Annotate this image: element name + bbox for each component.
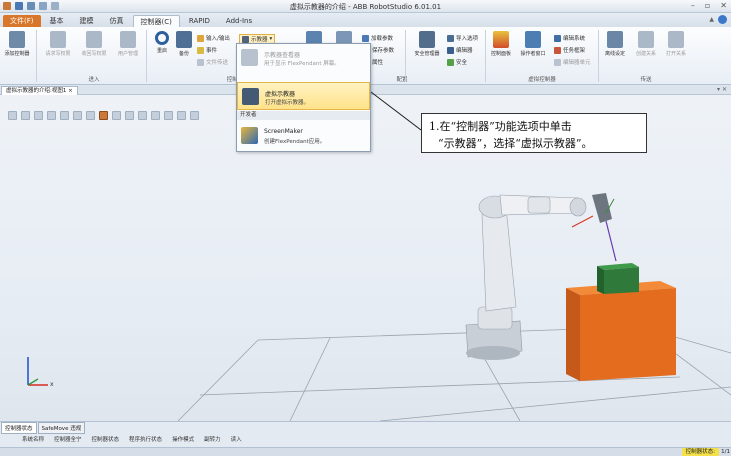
- safety-icon: [447, 58, 454, 66]
- column-header[interactable]: 系统名称: [22, 435, 44, 443]
- task-frame-icon: [554, 46, 561, 54]
- io-icon: [197, 34, 204, 42]
- axis-indicator: [27, 357, 48, 386]
- mech-unit-button[interactable]: 编辑器单元: [554, 58, 591, 66]
- save-params-button[interactable]: 保存参数: [372, 46, 394, 54]
- controller-status-panel: 控制器状态 SafeMove 违规 系统名称 控制器全宁 控制器状态 程序执行状…: [0, 421, 731, 456]
- column-header[interactable]: 副转力: [204, 435, 221, 443]
- safety-manager-button[interactable]: 安全管理器: [410, 31, 444, 57]
- menu-section-developer: 开发者: [237, 111, 370, 120]
- operator-window-icon: [525, 31, 541, 48]
- operator-window-button[interactable]: 操作者窗口: [517, 31, 549, 57]
- load-params-button[interactable]: 加载参数: [362, 34, 393, 42]
- edit-system-icon: [554, 34, 561, 42]
- events-icon: [197, 46, 204, 54]
- teach-pendant-menu: 示教器查看器 用于显示 FlexPendant 屏幕。 虚拟示教器 打开虚拟示教…: [236, 43, 371, 152]
- open-relation-button[interactable]: 打开关系: [662, 31, 690, 57]
- document-tab-view1[interactable]: 虚拟示教器的介绍:视图1 ×: [1, 86, 78, 95]
- column-header[interactable]: 操作模式: [172, 435, 194, 443]
- window-title: 虚拟示教器的介绍 - ABB RobotStudio 6.01.01: [289, 3, 442, 11]
- task-frame-button[interactable]: 任务框架: [554, 46, 585, 54]
- window-controls: – ▫ ✕: [691, 1, 727, 10]
- x-axis-label: x: [50, 381, 54, 388]
- create-relation-icon: [638, 31, 654, 48]
- control-panel-icon: [493, 31, 509, 48]
- callout-line-1: 1.在“控制器”功能选项中单击: [429, 120, 572, 133]
- pendant-viewer-icon: [241, 49, 258, 66]
- column-header[interactable]: 读入: [231, 435, 242, 443]
- tab-modeling[interactable]: 建模: [73, 15, 101, 27]
- title-bar: 虚拟示教器的介绍 - ABB RobotStudio 6.01.01 – ▫ ✕: [0, 0, 731, 13]
- maximize-icon[interactable]: ▫: [705, 1, 710, 10]
- status-bar: 控制器状态: 1/1: [0, 447, 731, 456]
- page-indicator: 1/1: [721, 449, 730, 455]
- controller-icon: [9, 31, 25, 48]
- edit-system-button[interactable]: 编辑系统: [554, 34, 585, 42]
- release-write-button[interactable]: 收回写权限: [80, 31, 108, 57]
- request-write-button[interactable]: 请求写权限: [44, 31, 72, 57]
- column-header[interactable]: 控制器状态: [92, 435, 120, 443]
- menu-item-screenmaker[interactable]: ScreenMaker 创建FlexPendant应用。: [237, 122, 370, 150]
- ribbon-tabs: 文件(F) 基本 建模 仿真 控制器(C) RAPID Add-Ins ▲: [0, 13, 731, 27]
- group-label-virtual: 虚拟控制器: [528, 77, 556, 83]
- chevron-down-icon: ▾: [269, 36, 273, 42]
- tab-home[interactable]: 基本: [43, 15, 71, 27]
- tab-rapid[interactable]: RAPID: [182, 15, 217, 27]
- offline-icon: [607, 31, 623, 48]
- green-box[interactable]: [597, 263, 639, 294]
- import-option-button[interactable]: 导入选项: [447, 34, 478, 42]
- release-write-icon: [86, 31, 102, 48]
- teach-pendant-icon: [242, 35, 249, 43]
- user-manage-button[interactable]: 用户管理: [114, 31, 142, 57]
- tab-addins[interactable]: Add-Ins: [219, 15, 259, 27]
- encoder-button[interactable]: 编辑器: [447, 46, 473, 54]
- group-label-transfer: 传送: [640, 77, 652, 83]
- control-panel-button[interactable]: 控制面板: [487, 31, 515, 57]
- instruction-callout: 1.在“控制器”功能选项中单击 “示教器”，选择“虚拟示教器”。: [421, 113, 647, 153]
- collapse-ribbon-icon[interactable]: ▲: [709, 16, 714, 23]
- io-button[interactable]: 输入/输出: [197, 34, 230, 42]
- controller-status-indicator[interactable]: 控制器状态:: [681, 448, 719, 456]
- safety-button[interactable]: 安全: [447, 58, 467, 66]
- request-write-icon: [50, 31, 66, 48]
- open-relation-icon: [668, 31, 684, 48]
- events-button[interactable]: 事件: [197, 46, 217, 54]
- virtual-pendant-icon: [242, 88, 259, 105]
- tab-simulation[interactable]: 仿真: [103, 15, 131, 27]
- file-transfer-button[interactable]: 文件传送: [197, 58, 228, 66]
- orange-box[interactable]: [566, 281, 676, 381]
- menu-item-virtual-pendant[interactable]: 虚拟示教器 打开虚拟示教器。: [237, 82, 370, 110]
- group-label-config: 配置: [396, 77, 408, 83]
- create-relation-button[interactable]: 创建关系: [632, 31, 660, 57]
- status-columns: 系统名称 控制器全宁 控制器状态 程序执行状态 操作模式 副转力 读入: [22, 435, 242, 443]
- menu-item-pendant-viewer[interactable]: 示教器查看器 用于显示 FlexPendant 屏幕。: [237, 44, 370, 72]
- tab-controller[interactable]: 控制器(C): [132, 15, 180, 27]
- mech-unit-icon: [554, 58, 561, 66]
- column-header[interactable]: 程序执行状态: [129, 435, 162, 443]
- add-controller-button[interactable]: 添加控制器: [3, 31, 31, 57]
- group-label-access: 进入: [88, 77, 100, 83]
- tab-safemove[interactable]: SafeMove 违规: [37, 422, 86, 434]
- import-icon: [447, 34, 454, 42]
- users-icon: [120, 31, 136, 48]
- backup-button[interactable]: 备份: [170, 31, 198, 57]
- status-tabs: 控制器状态 SafeMove 违规: [1, 422, 86, 434]
- callout-line-2: “示教器”，选择“虚拟示教器”。: [438, 137, 593, 150]
- backup-icon: [176, 31, 192, 48]
- tab-file[interactable]: 文件(F): [3, 15, 41, 27]
- pin-icon[interactable]: ▾ ✕: [717, 86, 727, 93]
- tab-controller-status[interactable]: 控制器状态: [1, 422, 37, 434]
- minimize-icon[interactable]: –: [691, 1, 695, 10]
- load-params-icon: [362, 34, 369, 42]
- safety-manager-icon: [419, 31, 435, 48]
- properties-button[interactable]: 属性: [372, 58, 383, 66]
- column-header[interactable]: 控制器全宁: [54, 435, 82, 443]
- restart-icon: [155, 31, 169, 45]
- file-transfer-icon: [197, 58, 204, 66]
- screenmaker-icon: [241, 127, 258, 144]
- close-icon[interactable]: ✕: [720, 1, 727, 10]
- help-icon[interactable]: [718, 15, 727, 24]
- offline-button[interactable]: 离线设定: [601, 31, 629, 57]
- encoder-icon: [447, 46, 454, 54]
